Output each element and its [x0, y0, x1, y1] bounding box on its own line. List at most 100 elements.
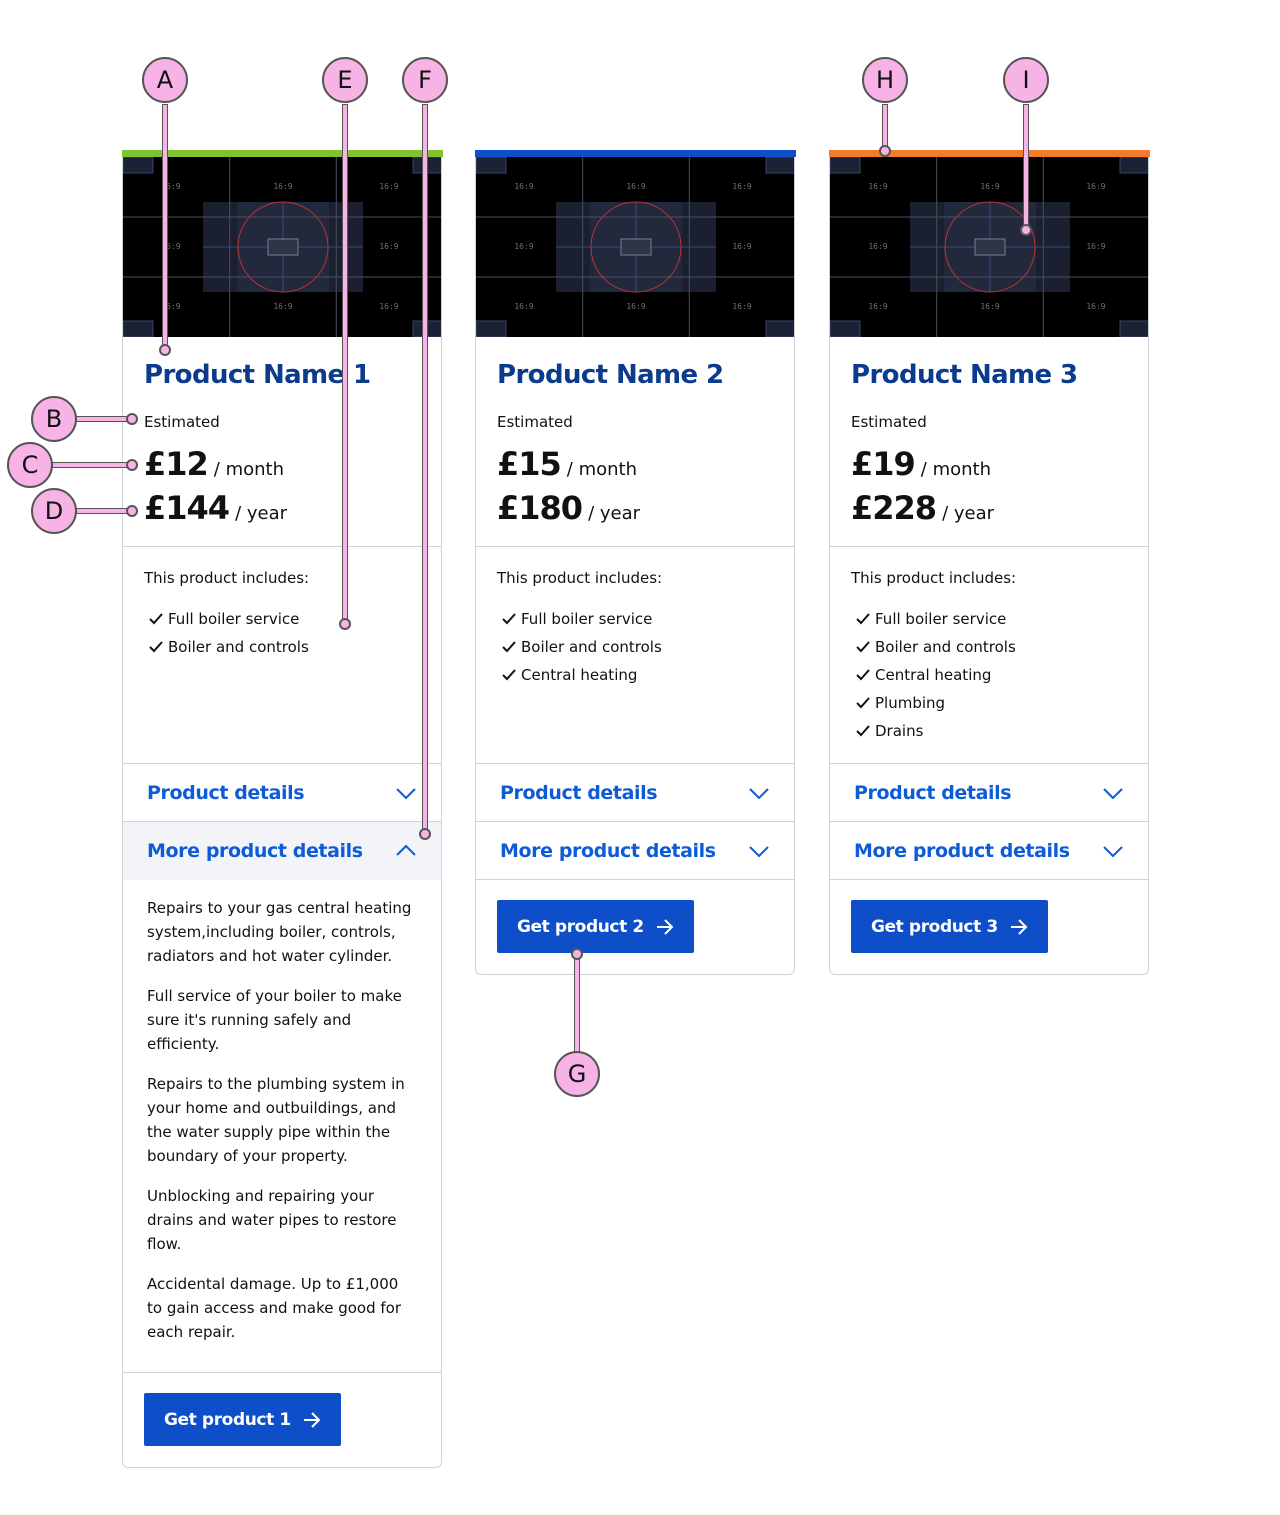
chevron-down-icon — [748, 786, 770, 800]
yearly-price: £144 / year — [144, 489, 420, 533]
svg-text:16:9: 16:9 — [732, 242, 751, 251]
feature-label: Full boiler service — [521, 610, 653, 628]
card-header: Product Name 2 Estimated £15 / month £18… — [476, 337, 794, 547]
annotation-dot — [126, 413, 138, 425]
annotation-dot — [1020, 224, 1032, 236]
feature-item: Boiler and controls — [851, 633, 1127, 661]
card-accent-bar — [474, 150, 796, 157]
annotation-marker-b: B — [31, 396, 77, 442]
annotation-dot — [126, 459, 138, 471]
feature-label: Drains — [875, 722, 924, 740]
card-header: Product Name 3 Estimated £19 / month £22… — [830, 337, 1148, 547]
feature-item: Central heating — [851, 661, 1127, 689]
annotation-marker-i: I — [1003, 57, 1049, 103]
monthly-unit: / month — [920, 459, 992, 480]
annotation-marker-h: H — [862, 57, 908, 103]
feature-list: Full boiler service Boiler and controls Ce… — [497, 605, 773, 689]
get-product-1-button[interactable]: Get product 1 — [144, 1393, 341, 1446]
includes-title: This product includes: — [144, 569, 310, 587]
card-accent-bar — [828, 150, 1150, 157]
feature-item: Plumbing — [851, 689, 1127, 717]
annotation-dot — [159, 344, 171, 356]
feature-label: Plumbing — [875, 694, 946, 712]
yearly-amount: £144 — [144, 489, 230, 527]
card-header: Product Name 1 Estimated £12 / month £14… — [123, 337, 441, 547]
svg-text:16:9: 16:9 — [868, 182, 887, 191]
monthly-amount: £12 — [144, 445, 209, 483]
accordion-label: More product details — [500, 839, 716, 862]
annotation-leader — [162, 104, 168, 350]
monthly-unit: / month — [213, 459, 285, 480]
chevron-down-icon — [748, 844, 770, 858]
annotation-dot — [879, 145, 891, 157]
annotation-leader — [76, 508, 132, 514]
placeholder-pattern: 16:9 16:9 16:916:9 16:916:9 16:9 16:9 — [830, 157, 1148, 337]
feature-label: Full boiler service — [168, 610, 300, 628]
annotation-leader — [342, 104, 348, 624]
checkmark-icon — [149, 641, 163, 653]
accordion-label: Product details — [500, 781, 658, 804]
monthly-unit: / month — [566, 459, 638, 480]
accordion-more-product-details[interactable]: More product details — [476, 822, 794, 880]
product-name: Product Name 1 — [144, 360, 371, 390]
product-name: Product Name 3 — [851, 360, 1078, 390]
accordion-more-product-details[interactable]: More product details — [830, 822, 1148, 880]
accordion-product-details[interactable]: Product details — [476, 764, 794, 822]
yearly-amount: £228 — [851, 489, 937, 527]
accordion-label: Product details — [147, 781, 305, 804]
annotation-marker-f: F — [402, 57, 448, 103]
includes-section: This product includes: Full boiler servi… — [830, 547, 1148, 764]
svg-text:16:9: 16:9 — [1086, 242, 1105, 251]
monthly-price: £15 / month — [497, 445, 773, 489]
get-product-3-button[interactable]: Get product 3 — [851, 900, 1048, 953]
feature-item: Full boiler service — [144, 605, 420, 633]
yearly-unit: / year — [235, 503, 288, 524]
monthly-price: £19 / month — [851, 445, 1127, 489]
svg-text:16:9: 16:9 — [514, 302, 533, 311]
product-card-3: 16:9 16:9 16:9 16:9 16:9 16:9 16:9 16:9 Product… — [828, 150, 1150, 975]
annotation-dot — [571, 948, 583, 960]
feature-label: Boiler and controls — [168, 638, 309, 656]
product-card-2: 16:9 16:9 16:9 16:9 16:9 16:9 16:9 16:9 Product… — [474, 150, 796, 975]
annotation-leader — [1023, 104, 1029, 230]
get-product-2-button[interactable]: Get product 2 — [497, 900, 694, 953]
annotation-marker-c: C — [7, 442, 53, 488]
feature-item: Full boiler service — [497, 605, 773, 633]
svg-text:16:9: 16:9 — [626, 302, 645, 311]
accordion-label: More product details — [147, 840, 363, 862]
svg-text:16:9: 16:9 — [379, 302, 398, 311]
card-accent-bar — [121, 150, 443, 157]
details-paragraph: Unblocking and repairing your drains and… — [147, 1187, 397, 1253]
yearly-price: £228 / year — [851, 489, 1127, 533]
feature-label: Full boiler service — [875, 610, 1007, 628]
monthly-amount: £15 — [497, 445, 562, 483]
annotation-leader — [574, 954, 580, 1054]
product-image-placeholder: 16:9 16:9 16:9 16:9 16:9 16:9 16:9 16:9 — [476, 157, 794, 337]
feature-list: Full boiler service Boiler and controls Ce… — [851, 605, 1127, 745]
monthly-amount: £19 — [851, 445, 916, 483]
feature-label: Central heating — [521, 666, 638, 684]
placeholder-pattern: 16:9 16:9 16:916:9 16:916:9 16:9 16:9 — [123, 157, 441, 337]
yearly-amount: £180 — [497, 489, 583, 527]
svg-text:16:9: 16:9 — [732, 302, 751, 311]
feature-label: Boiler and controls — [521, 638, 662, 656]
checkmark-icon — [856, 641, 870, 653]
product-image-placeholder: 16:9 16:9 16:9 16:9 16:9 16:9 16:9 16:9 — [830, 157, 1148, 337]
estimated-label: Estimated — [851, 413, 927, 431]
accordion-product-details[interactable]: Product details — [830, 764, 1148, 822]
chevron-down-icon — [1102, 844, 1124, 858]
cta-label: Get product 1 — [164, 1409, 291, 1430]
includes-section: This product includes: Full boiler servi… — [123, 547, 441, 764]
checkmark-icon — [502, 613, 516, 625]
accordion-more-product-details[interactable]: More product details — [123, 822, 441, 880]
cta-label: Get product 2 — [517, 916, 644, 937]
yearly-unit: / year — [588, 503, 641, 524]
includes-section: This product includes: Full boiler servi… — [476, 547, 794, 764]
cta-area: Get product 1 — [123, 1373, 441, 1467]
accordion-product-details[interactable]: Product details — [123, 764, 441, 822]
annotation-dot — [419, 828, 431, 840]
accordion-label: More product details — [854, 839, 1070, 862]
annotation-leader — [52, 462, 132, 468]
checkmark-icon — [856, 669, 870, 681]
details-paragraph: Repairs to your gas central heating syst… — [147, 899, 412, 965]
